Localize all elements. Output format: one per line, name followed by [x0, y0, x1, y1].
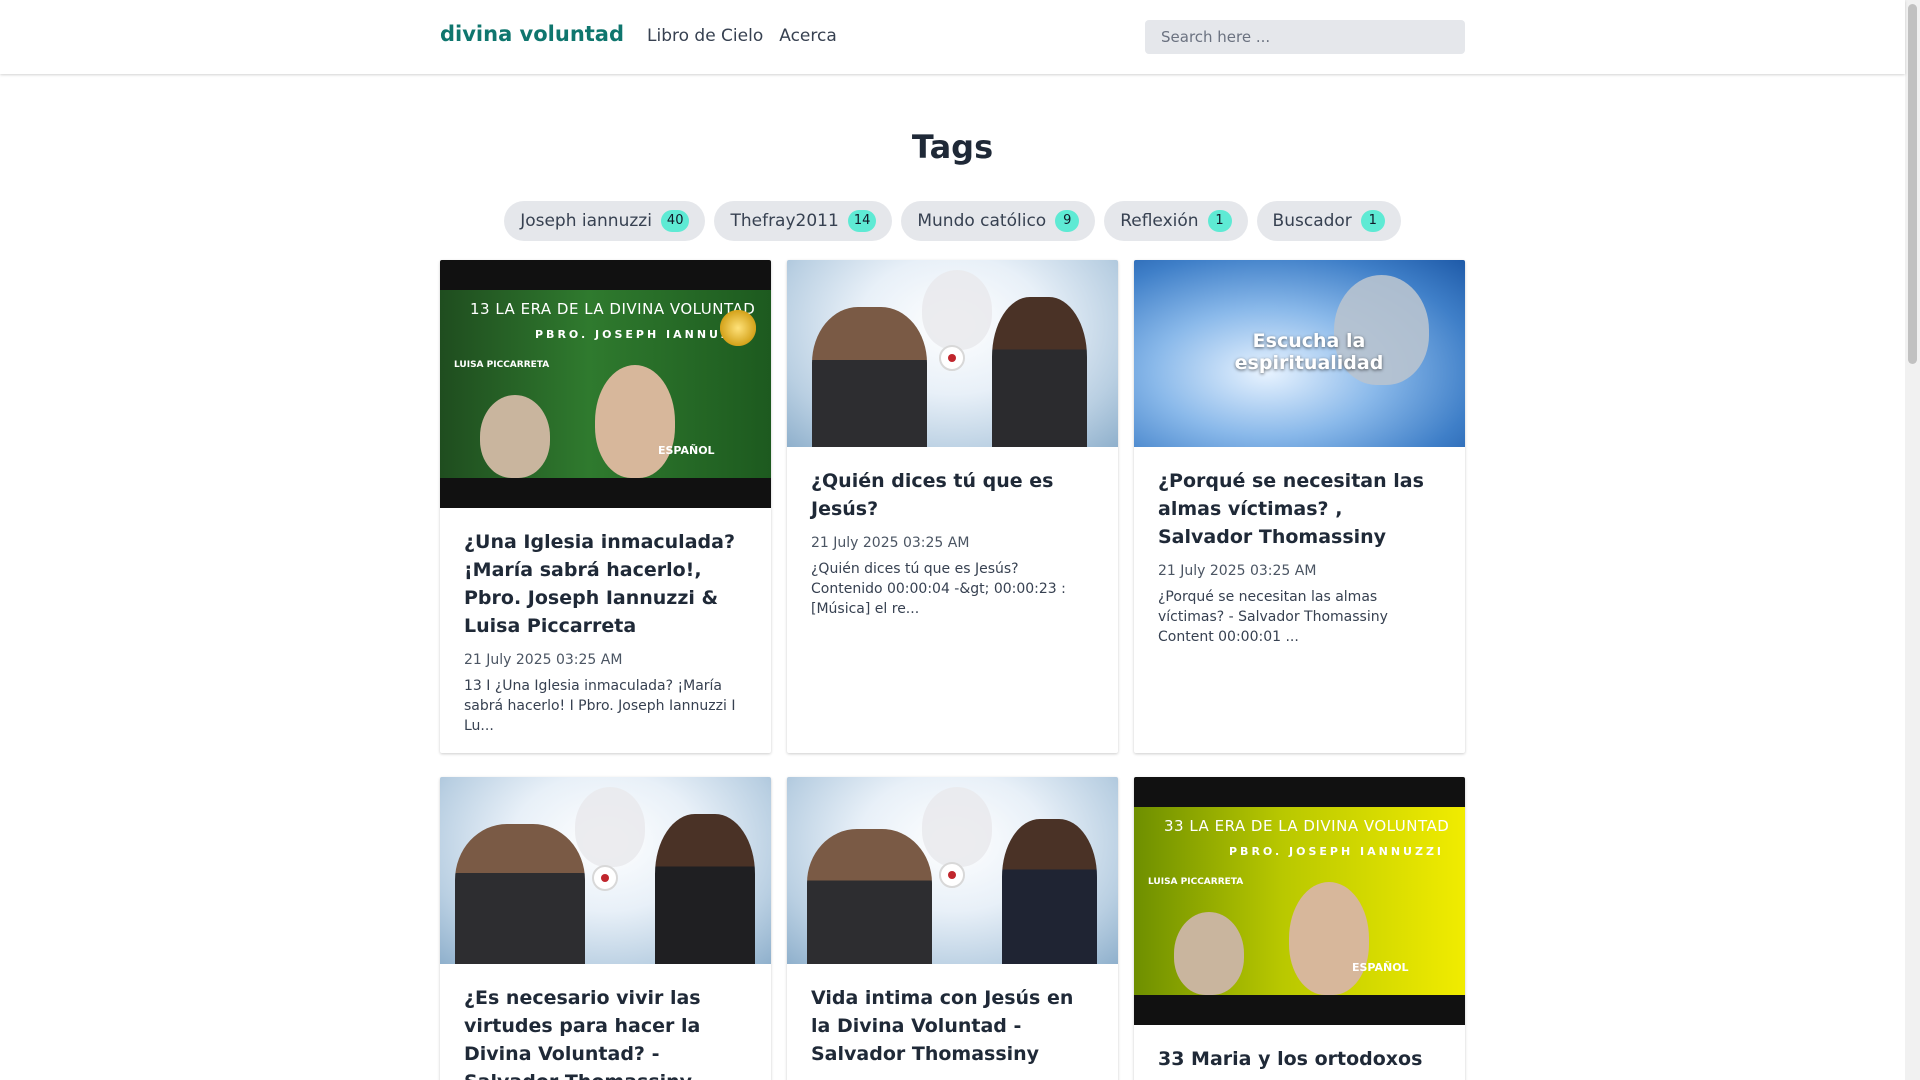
card-date: 21 July 2025 03:25 AM	[811, 535, 970, 551]
card-excerpt: ¿Quién dices tú que es Jesús? Contenido …	[811, 561, 1066, 617]
man-figure	[807, 829, 932, 964]
spirit-portrait	[922, 787, 992, 867]
priest-portrait	[1289, 882, 1369, 995]
tag-count-badge: 1	[1360, 210, 1385, 232]
thumbnail-language: ESPAÑOL	[1352, 961, 1409, 974]
video-card[interactable]: 33 LA ERA DE LA DIVINA VOLUNTAD PBRO. JO…	[1134, 777, 1465, 1080]
card-title[interactable]: ¿Quién dices tú que es Jesús?	[811, 467, 1094, 523]
tag-label: Thefray2011	[730, 211, 839, 231]
card-body: ¿Quién dices tú que es Jesús? 21 July 20…	[787, 447, 1118, 637]
spirit-portrait	[922, 270, 992, 350]
scrollbar-thumb[interactable]	[1908, 4, 1917, 364]
emblem-icon	[939, 862, 965, 888]
woman-figure	[1002, 819, 1097, 964]
tag-joseph-iannuzzi[interactable]: Joseph iannuzzi 40	[504, 201, 706, 241]
spirit-portrait	[575, 787, 645, 867]
thumbnail-banner: 33 LA ERA DE LA DIVINA VOLUNTAD PBRO. JO…	[1134, 807, 1465, 995]
top-navbar: divina voluntad Libro de Cielo Acerca	[0, 0, 1905, 74]
tag-reflexion[interactable]: Reflexión 1	[1104, 201, 1248, 241]
video-card[interactable]: ¿Quién dices tú que es Jesús? 21 July 20…	[787, 260, 1118, 753]
video-thumbnail[interactable]	[787, 260, 1118, 447]
card-body: 33 Maria y los ortodoxos	[1134, 1025, 1465, 1080]
card-date: 21 July 2025 03:25 AM	[1158, 563, 1317, 579]
card-body: ¿Una Iglesia inmaculada? ¡María sabrá ha…	[440, 508, 771, 753]
woman-portrait	[480, 395, 550, 478]
thumbnail-language: ESPAÑOL	[658, 444, 715, 457]
site-brand[interactable]: divina voluntad	[440, 22, 624, 46]
card-body: ¿Es necesario vivir las virtudes para ha…	[440, 964, 771, 1080]
nav-link-libro-de-cielo[interactable]: Libro de Cielo	[647, 26, 763, 46]
video-thumbnail[interactable]: 13 LA ERA DE LA DIVINA VOLUNTAD PBRO. JO…	[440, 260, 771, 508]
tag-thefray2011[interactable]: Thefray2011 14	[714, 201, 893, 241]
main-nav: Libro de Cielo Acerca	[647, 26, 837, 46]
thumbnail-name: LUISA PICCARRETA	[454, 360, 550, 370]
card-excerpt: ¿Porqué se necesitan las almas víctimas?…	[1158, 589, 1388, 645]
card-title[interactable]: Vida intima con Jesús en la Divina Volun…	[811, 984, 1094, 1068]
tag-label: Mundo católico	[917, 211, 1047, 231]
card-title[interactable]: ¿Una Iglesia inmaculada? ¡María sabrá ha…	[464, 528, 747, 640]
page-title: Tags	[911, 128, 994, 166]
video-card[interactable]: Vida intima con Jesús en la Divina Volun…	[787, 777, 1118, 1080]
video-card[interactable]: Escucha la espiritualidad ¿Porqué se nec…	[1134, 260, 1465, 753]
video-thumbnail[interactable]	[440, 777, 771, 964]
thumbnail-banner: 13 LA ERA DE LA DIVINA VOLUNTAD PBRO. JO…	[440, 290, 771, 478]
search-input[interactable]	[1145, 20, 1465, 54]
card-excerpt: 13 I ¿Una Iglesia inmaculada? ¡María sab…	[464, 678, 736, 734]
card-body: ¿Porqué se necesitan las almas víctimas?…	[1134, 447, 1465, 665]
thumbnail-subheading: PBRO. JOSEPH IANNUZZI	[1229, 845, 1445, 858]
man-figure	[455, 824, 585, 964]
tag-buscador[interactable]: Buscador 1	[1256, 201, 1401, 241]
tag-count-badge: 9	[1055, 210, 1080, 232]
woman-figure	[992, 297, 1087, 447]
tag-count-badge: 14	[847, 210, 877, 232]
card-body: Vida intima con Jesús en la Divina Volun…	[787, 964, 1118, 1080]
thumbnail-subheading: PBRO. JOSEPH IANNUZZI	[535, 328, 751, 341]
card-title[interactable]: ¿Porqué se necesitan las almas víctimas?…	[1158, 467, 1441, 551]
tag-label: Reflexión	[1120, 211, 1199, 231]
video-thumbnail[interactable]: Escucha la espiritualidad	[1134, 260, 1465, 447]
tag-count-badge: 1	[1207, 210, 1232, 232]
video-card-grid: 13 LA ERA DE LA DIVINA VOLUNTAD PBRO. JO…	[440, 260, 1465, 1080]
gold-bow-icon	[720, 310, 756, 346]
tag-label: Buscador	[1272, 211, 1352, 231]
emblem-icon	[939, 345, 965, 371]
video-thumbnail[interactable]: 33 LA ERA DE LA DIVINA VOLUNTAD PBRO. JO…	[1134, 777, 1465, 1025]
woman-figure	[655, 814, 755, 964]
woman-portrait	[1174, 912, 1244, 995]
thumbnail-caption: Escucha la espiritualidad	[1234, 330, 1384, 374]
nav-link-acerca[interactable]: Acerca	[779, 26, 837, 46]
emblem-icon	[592, 865, 618, 891]
card-date: 21 July 2025 03:25 AM	[464, 652, 623, 668]
video-card[interactable]: 13 LA ERA DE LA DIVINA VOLUNTAD PBRO. JO…	[440, 260, 771, 753]
priest-portrait	[595, 365, 675, 478]
thumbnail-name: LUISA PICCARRETA	[1148, 877, 1244, 887]
video-thumbnail[interactable]	[787, 777, 1118, 964]
video-card[interactable]: ¿Es necesario vivir las virtudes para ha…	[440, 777, 771, 1080]
tag-mundo-catolico[interactable]: Mundo católico 9	[901, 201, 1096, 241]
thumbnail-heading: 33 LA ERA DE LA DIVINA VOLUNTAD	[1164, 817, 1450, 835]
card-title[interactable]: 33 Maria y los ortodoxos	[1158, 1045, 1441, 1073]
tag-count-badge: 40	[660, 210, 690, 232]
tag-label: Joseph iannuzzi	[520, 211, 652, 231]
card-title[interactable]: ¿Es necesario vivir las virtudes para ha…	[464, 984, 747, 1080]
man-figure	[812, 307, 927, 447]
page-scrollbar[interactable]	[1905, 0, 1920, 1080]
thumbnail-heading: 13 LA ERA DE LA DIVINA VOLUNTAD	[470, 300, 756, 318]
tag-list: Joseph iannuzzi 40 Thefray2011 14 Mundo …	[0, 201, 1905, 241]
